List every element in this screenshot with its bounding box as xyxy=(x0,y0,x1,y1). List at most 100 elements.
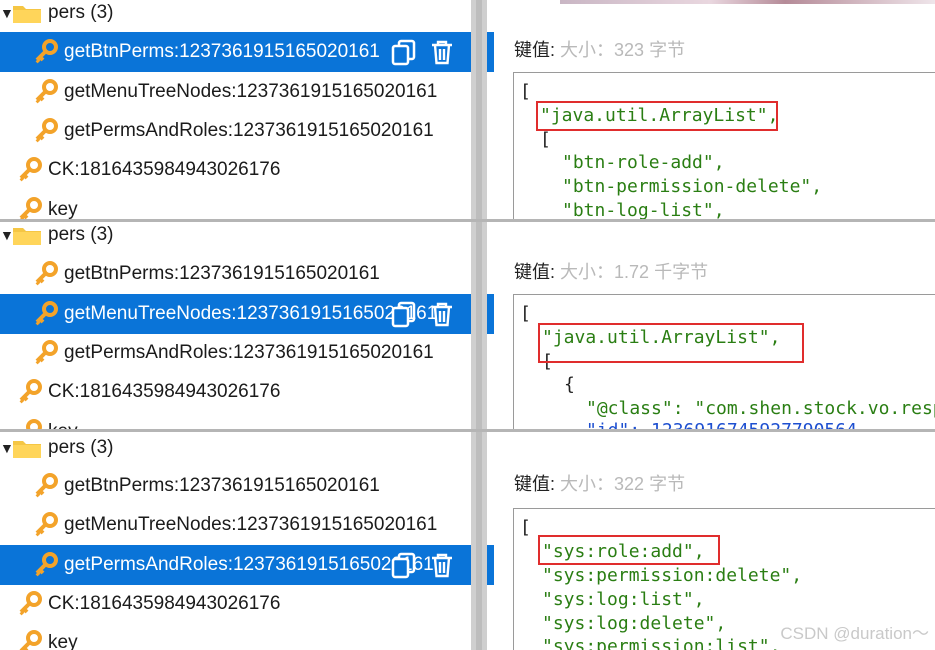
tree-item-label: getPermsAndRoles:1237361915165020161 xyxy=(64,554,434,575)
value-label: 键值: xyxy=(514,474,556,494)
key-tree: ▼ pers (3) getBtnPerms:12373619151650201… xyxy=(0,0,496,220)
code-line: "sys:log:list", xyxy=(542,589,705,610)
tree-item-getMenuTreeNodes[interactable]: getMenuTreeNodes:1237361915165020161 xyxy=(33,72,437,112)
code-line: "btn-permission-delete", xyxy=(562,176,823,197)
tree-item-CK[interactable]: CK:1816435984943026176 xyxy=(17,372,280,412)
copy-icon[interactable] xyxy=(390,551,418,579)
tree-item-label: key xyxy=(48,632,78,650)
code-line: [ xyxy=(520,517,531,538)
watermark: CSDN @duration～ xyxy=(780,624,929,643)
splitter-grip[interactable] xyxy=(476,0,482,220)
value-editor[interactable]: [ "java.util.ArrayList", [ "btn-role-add… xyxy=(513,72,935,220)
key-icon xyxy=(35,118,58,143)
key-tree: ▼ pers (3) getBtnPerms:12373619151650201… xyxy=(0,222,496,430)
code-line: [ xyxy=(520,81,531,102)
tree-folder-pers[interactable]: ▼ pers (3) xyxy=(0,0,470,33)
code-line: "sys:permission:list", xyxy=(542,636,781,650)
code-line: "sys:log:delete", xyxy=(542,613,727,634)
value-size: 大小：1.72 千字节 xyxy=(560,262,709,282)
key-icon xyxy=(35,552,58,577)
splitter-grip[interactable] xyxy=(476,432,482,650)
folder-icon xyxy=(13,228,41,245)
folder-icon xyxy=(13,441,41,458)
tree-item-getPermsAndRoles[interactable]: getPermsAndRoles:1237361915165020161 xyxy=(33,111,434,151)
key-icon xyxy=(35,512,58,537)
key-icon xyxy=(35,79,58,104)
tree-item-getBtnPerms[interactable]: getBtnPerms:1237361915165020161 xyxy=(33,466,380,506)
tree-folder-pers[interactable]: ▼ pers (3) xyxy=(0,222,470,255)
code-line: { xyxy=(564,374,575,395)
folder-icon xyxy=(13,6,41,23)
trash-icon[interactable] xyxy=(428,551,456,579)
folder-label: pers (3) xyxy=(48,224,114,245)
expand-triangle-icon[interactable]: ▼ xyxy=(0,440,14,456)
tree-item-label: getBtnPerms:1237361915165020161 xyxy=(64,263,380,284)
tree-item-getMenuTreeNodes[interactable]: getMenuTreeNodes:1237361915165020161 xyxy=(33,505,437,545)
tree-item-label: getPermsAndRoles:1237361915165020161 xyxy=(64,120,434,141)
key-icon xyxy=(35,39,58,64)
value-label: 键值: xyxy=(514,40,556,60)
value-detail: 键值: 大小：323 字节 [ "java.util.ArrayList", [… xyxy=(496,0,935,220)
expand-triangle-icon[interactable]: ▼ xyxy=(0,5,14,21)
trash-icon[interactable] xyxy=(428,300,456,328)
code-line: "btn-role-add", xyxy=(562,152,725,173)
value-size-line: 键值: 大小：322 字节 xyxy=(514,470,685,496)
tree-item-getBtnPerms[interactable]: getBtnPerms:1237361915165020161 xyxy=(0,32,494,72)
expand-triangle-icon[interactable]: ▼ xyxy=(0,227,14,243)
tree-item-label: CK:1816435984943026176 xyxy=(48,381,281,402)
key-icon xyxy=(35,301,58,326)
key-icon xyxy=(19,591,42,616)
key-icon xyxy=(19,197,42,220)
value-size: 大小：323 字节 xyxy=(560,40,686,60)
window-strip xyxy=(560,0,935,4)
redis-panel-2: ▼ pers (3) getBtnPerms:12373619151650201… xyxy=(0,222,935,430)
code-line: "btn-log-list", xyxy=(562,200,725,220)
highlight-box xyxy=(538,323,804,363)
redis-panel-1: ▼ pers (3) getBtnPerms:12373619151650201… xyxy=(0,0,935,220)
value-size: 大小：322 字节 xyxy=(560,474,686,494)
key-tree: ▼ pers (3) getBtnPerms:12373619151650201… xyxy=(0,432,496,650)
tree-item-getBtnPerms[interactable]: getBtnPerms:1237361915165020161 xyxy=(33,254,380,294)
tree-item-label: getBtnPerms:1237361915165020161 xyxy=(64,41,380,62)
folder-label: pers (3) xyxy=(48,437,114,458)
tree-item-getPermsAndRoles[interactable]: getPermsAndRoles:1237361915165020161 xyxy=(0,545,494,585)
splitter-grip[interactable] xyxy=(476,222,482,430)
tree-item-CK[interactable]: CK:1816435984943026176 xyxy=(17,584,280,624)
code-line: [ xyxy=(520,303,531,324)
code-line: "@class": "com.shen.stock.vo.resp xyxy=(586,398,935,419)
tree-item-label: CK:1816435984943026176 xyxy=(48,159,281,180)
code-line: [ xyxy=(540,129,551,150)
tree-item-key[interactable]: key xyxy=(17,412,78,430)
key-icon xyxy=(19,157,42,182)
tree-item-label: getPermsAndRoles:1237361915165020161 xyxy=(64,342,434,363)
highlight-box xyxy=(536,101,778,131)
value-detail: 键值: 大小：1.72 千字节 [ "java.util.ArrayList",… xyxy=(496,222,935,430)
value-editor[interactable]: [ "java.util.ArrayList", [ { "@class": "… xyxy=(513,294,935,430)
highlight-box xyxy=(538,535,720,565)
key-icon xyxy=(35,473,58,498)
trash-icon[interactable] xyxy=(428,38,456,66)
value-detail: 键值: 大小：322 字节 [ "sys:role:add", "sys:per… xyxy=(496,432,935,650)
tree-item-key[interactable]: key xyxy=(17,190,78,220)
value-size-line: 键值: 大小：323 字节 xyxy=(514,36,685,62)
copy-icon[interactable] xyxy=(390,300,418,328)
tree-item-getPermsAndRoles[interactable]: getPermsAndRoles:1237361915165020161 xyxy=(33,333,434,373)
copy-icon[interactable] xyxy=(390,38,418,66)
key-icon xyxy=(19,630,42,650)
tree-item-label: getMenuTreeNodes:1237361915165020161 xyxy=(64,303,438,324)
key-icon xyxy=(35,261,58,286)
tree-item-label: getMenuTreeNodes:1237361915165020161 xyxy=(64,81,438,102)
key-icon xyxy=(35,340,58,365)
tree-item-key[interactable]: key xyxy=(17,623,78,650)
tree-item-label: key xyxy=(48,199,78,220)
value-size-line: 键值: 大小：1.72 千字节 xyxy=(514,258,708,284)
code-line: "sys:permission:delete", xyxy=(542,565,803,586)
key-icon xyxy=(19,379,42,404)
tree-item-label: getBtnPerms:1237361915165020161 xyxy=(64,475,380,496)
tree-folder-pers[interactable]: ▼ pers (3) xyxy=(0,432,470,468)
redis-panel-3: ▼ pers (3) getBtnPerms:12373619151650201… xyxy=(0,432,935,650)
tree-item-label: getMenuTreeNodes:1237361915165020161 xyxy=(64,514,438,535)
tree-item-getMenuTreeNodes[interactable]: getMenuTreeNodes:1237361915165020161 xyxy=(0,294,494,334)
tree-item-label: CK:1816435984943026176 xyxy=(48,593,281,614)
tree-item-CK[interactable]: CK:1816435984943026176 xyxy=(17,150,280,190)
